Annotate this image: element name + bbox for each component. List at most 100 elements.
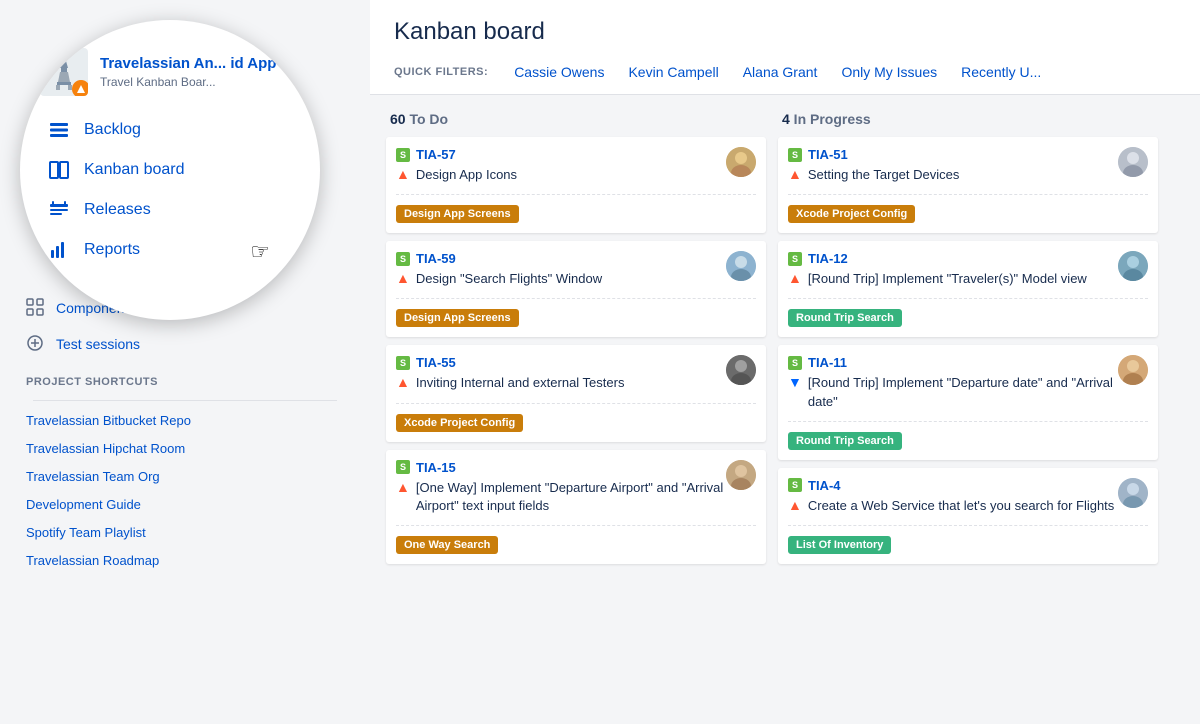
sidebar-item-backlog[interactable]: Backlog [20,110,320,150]
card-tag[interactable]: List Of Inventory [788,536,891,554]
card-tia-59[interactable]: S TIA-59 ▲ Design "Search Flights" Windo… [386,241,766,337]
qf-cassie-owens[interactable]: Cassie Owens [502,60,616,84]
card-top: S TIA-11 ▼ [Round Trip] Implement "Depar… [788,355,1148,410]
card-title: [Round Trip] Implement "Departure date" … [808,374,1118,410]
priority-icon: ▲ [788,497,802,513]
project-name: Travelassian An... id App [100,55,276,73]
story-icon: S [396,148,410,162]
shortcut-hipchat[interactable]: Travelassian Hipchat Room [16,435,354,463]
shortcut-team-org[interactable]: Travelassian Team Org [16,463,354,491]
test-sessions-label: Test sessions [56,336,140,352]
sidebar-item-releases[interactable]: Releases [20,190,320,230]
card-tia-4[interactable]: S TIA-4 ▲ Create a Web Service that let'… [778,468,1158,564]
card-tia-55[interactable]: S TIA-55 ▲ Inviting Internal and externa… [386,345,766,441]
cursor-pointer: ☞ [250,239,270,265]
kanban-label: Kanban board [84,161,185,179]
card-tag[interactable]: Design App Screens [396,205,519,223]
priority-icon: ▲ [788,270,802,286]
backlog-label: Backlog [84,121,141,139]
card-divider [396,403,756,404]
priority-icon: ▲ [396,166,410,182]
card-tag[interactable]: Xcode Project Config [788,205,915,223]
test-sessions-icon [26,334,46,354]
card-divider [396,525,756,526]
priority-icon: ▲ [396,270,410,286]
card-tia-57[interactable]: S TIA-57 ▲ Design App Icons [386,137,766,233]
card-id-row: S TIA-12 [788,251,1118,266]
card-id: TIA-59 [416,251,456,266]
card-tia-15[interactable]: S TIA-15 ▲ [One Way] Implement "Departur… [386,450,766,564]
card-id: TIA-51 [808,147,848,162]
sidebar-item-reports[interactable]: Reports [20,230,320,270]
kanban-board: 60 To Do S TIA-57 ▲ Design App Ico [370,95,1200,724]
shortcut-roadmap[interactable]: Travelassian Roadmap [16,547,354,575]
story-icon: S [396,356,410,370]
story-icon: S [788,478,802,492]
priority-icon: ▲ [396,479,410,495]
story-icon: S [788,148,802,162]
project-popup: Travelassian An... id App Travel Kanban … [20,20,320,320]
orange-badge [72,80,88,96]
card-id: TIA-12 [808,251,848,266]
card-divider [788,525,1148,526]
todo-count: 60 [390,111,406,127]
card-title: Design App Icons [416,166,726,184]
main-header: Kanban board QUICK FILTERS: Cassie Owens… [370,0,1200,95]
avatar [726,251,756,281]
card-top: S TIA-57 ▲ Design App Icons [396,147,756,184]
card-divider [396,194,756,195]
card-id-row: S TIA-11 [788,355,1118,370]
card-id-row: S TIA-59 [396,251,726,266]
card-tia-11[interactable]: S TIA-11 ▼ [Round Trip] Implement "Depar… [778,345,1158,459]
avatar [726,147,756,177]
priority-icon: ▲ [396,374,410,390]
column-todo-header: 60 To Do [386,111,766,137]
card-title: [One Way] Implement "Departure Airport" … [416,479,726,515]
sidebar: Travelassian An... id App Travel Kanban … [0,0,370,724]
qf-only-my-issues[interactable]: Only My Issues [829,60,949,84]
sidebar-divider [33,400,337,401]
card-tag[interactable]: One Way Search [396,536,498,554]
releases-icon [48,199,70,221]
card-id: TIA-57 [416,147,456,162]
shortcut-bitbucket[interactable]: Travelassian Bitbucket Repo [16,407,354,435]
qf-kevin-campell[interactable]: Kevin Campell [616,60,730,84]
avatar [726,355,756,385]
card-top: S TIA-15 ▲ [One Way] Implement "Departur… [396,460,756,515]
inprogress-count: 4 [782,111,790,127]
card-id: TIA-55 [416,355,456,370]
project-sub: Travel Kanban Boar... [100,75,276,89]
card-id-row: S TIA-55 [396,355,726,370]
card-tag[interactable]: Round Trip Search [788,432,902,450]
card-id-row: S TIA-4 [788,478,1118,493]
avatar [1118,355,1148,385]
card-tag[interactable]: Round Trip Search [788,309,902,327]
shortcut-spotify[interactable]: Spotify Team Playlist [16,519,354,547]
card-tia-51[interactable]: S TIA-51 ▲ Setting the Target Devices [778,137,1158,233]
card-id: TIA-15 [416,460,456,475]
card-divider [396,298,756,299]
releases-label: Releases [84,201,151,219]
project-logo [40,48,88,96]
card-divider [788,298,1148,299]
avatar [1118,478,1148,508]
card-tia-12[interactable]: S TIA-12 ▲ [Round Trip] Implement "Trave… [778,241,1158,337]
priority-icon: ▲ [788,166,802,182]
card-title: Create a Web Service that let's you sear… [808,497,1118,515]
kanban-icon [48,159,70,181]
quick-filters-label: QUICK FILTERS: [394,66,488,78]
page-title: Kanban board [394,18,1176,46]
card-divider [788,421,1148,422]
qf-alana-grant[interactable]: Alana Grant [731,60,830,84]
sidebar-item-kanban[interactable]: Kanban board [20,150,320,190]
inprogress-cards-list: S TIA-51 ▲ Setting the Target Devices [778,137,1158,564]
qf-recently[interactable]: Recently U... [949,60,1053,84]
card-tag[interactable]: Design App Screens [396,309,519,327]
story-icon: S [396,252,410,266]
shortcut-dev-guide[interactable]: Development Guide [16,491,354,519]
quick-filters-bar: QUICK FILTERS: Cassie Owens Kevin Campel… [394,60,1176,94]
card-tag[interactable]: Xcode Project Config [396,414,523,432]
sidebar-item-test-sessions[interactable]: Test sessions [16,326,354,362]
card-title: Inviting Internal and external Testers [416,374,726,392]
story-icon: S [788,252,802,266]
